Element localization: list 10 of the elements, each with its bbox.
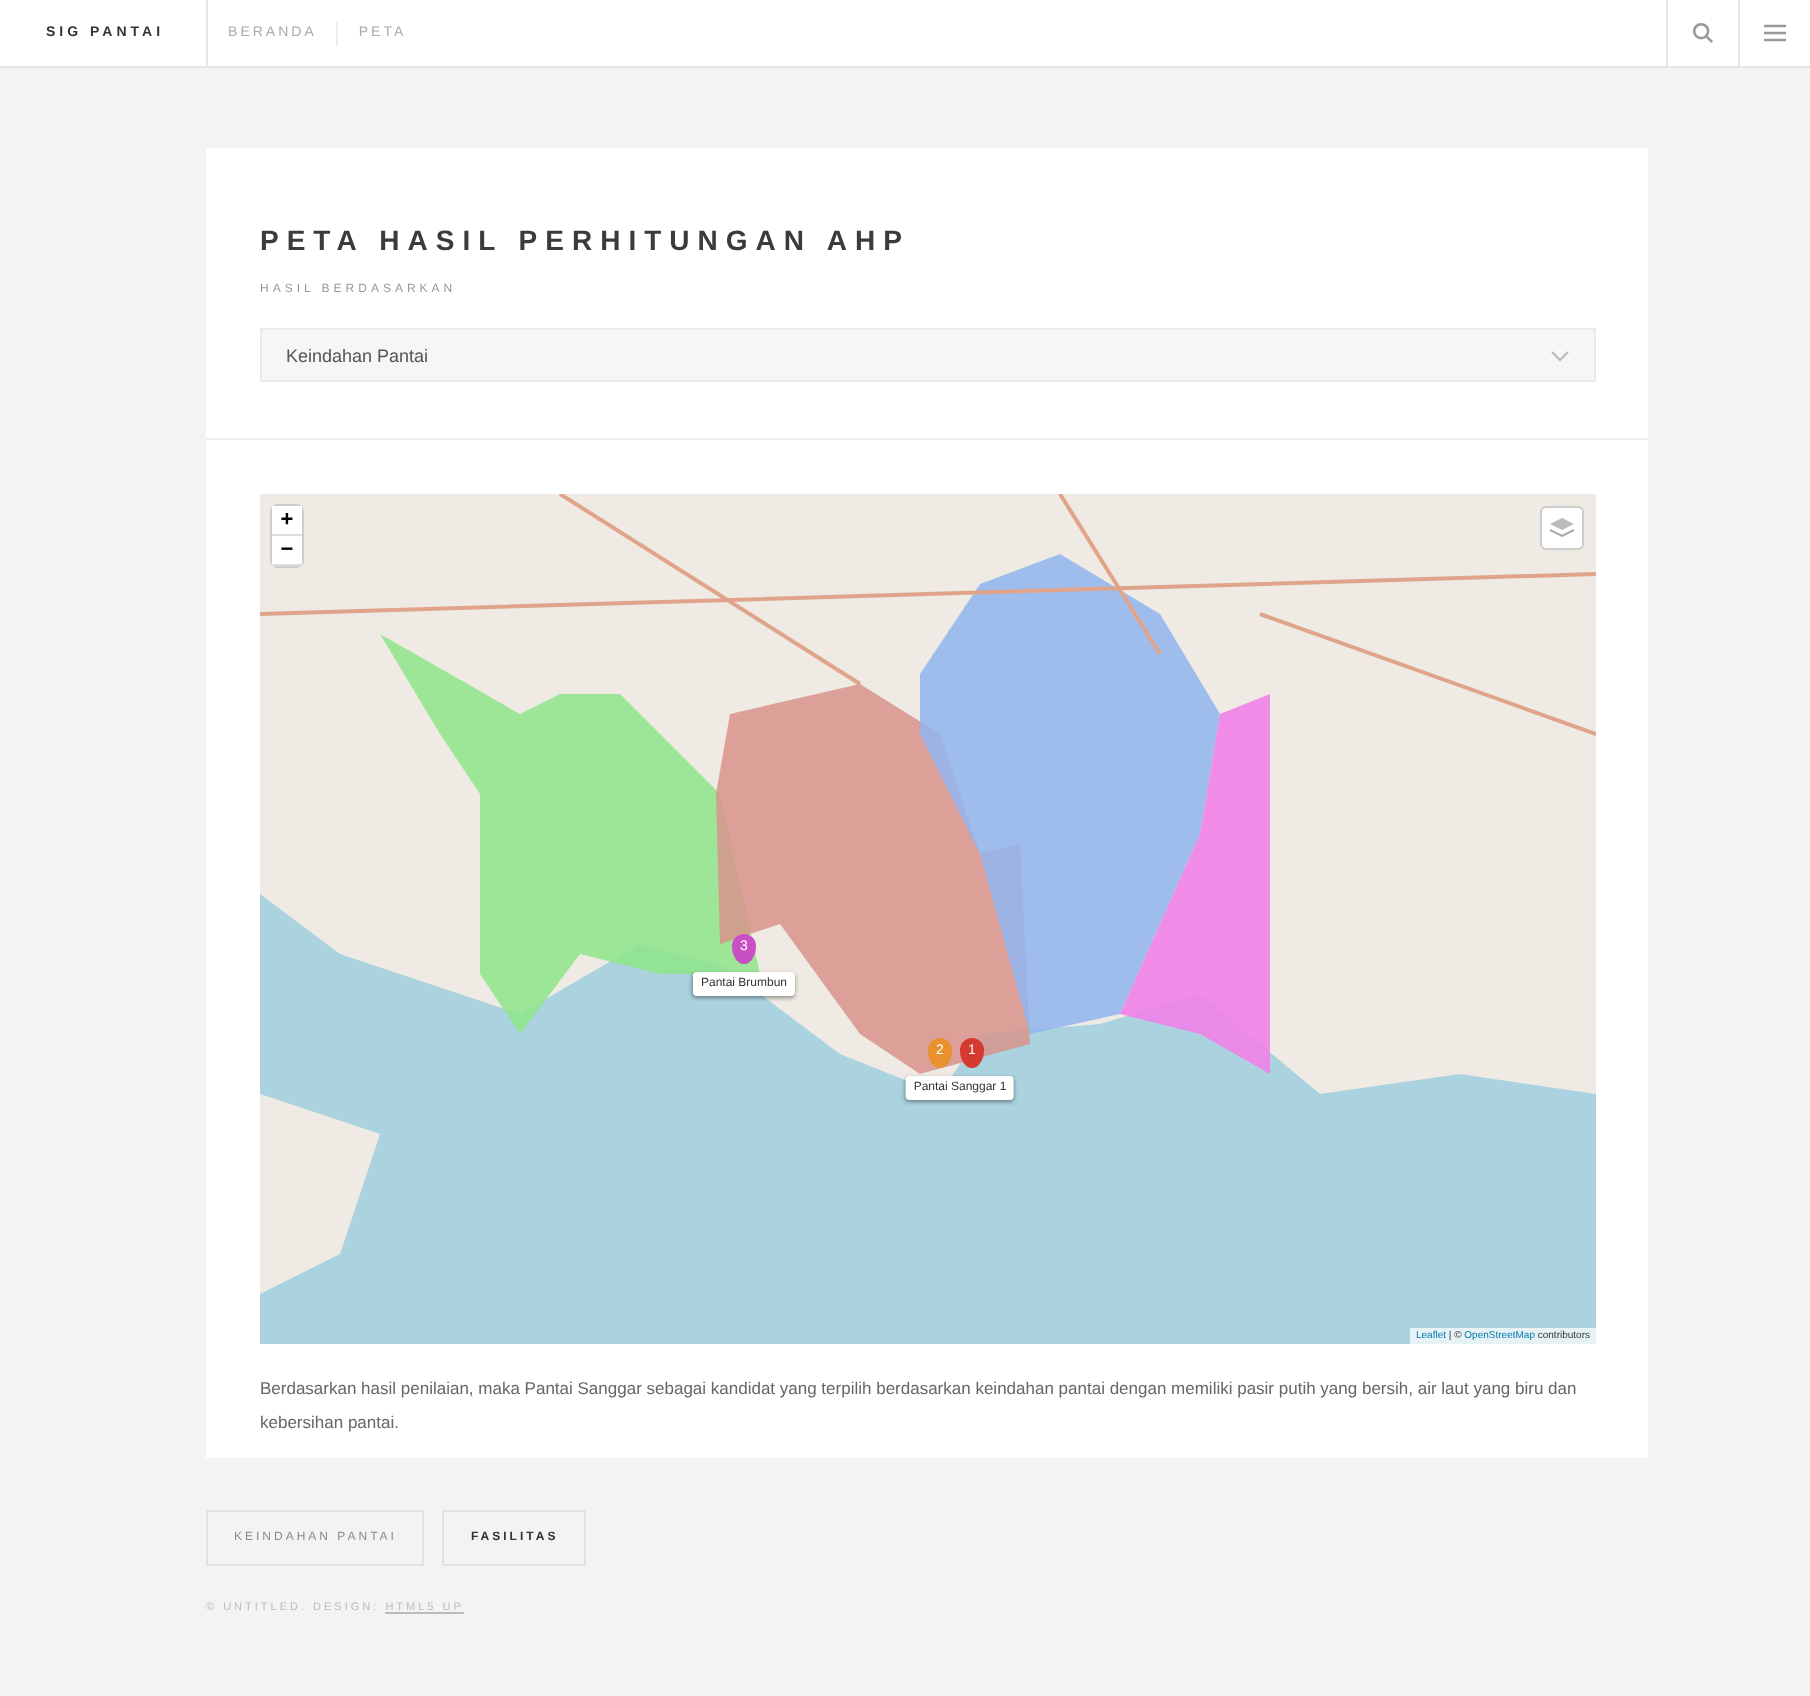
zoom-out-button[interactable]: − [272, 536, 302, 566]
result-description: Berdasarkan hasil penilaian, maka Pantai Sanggar sebagai kandidat yang terpilih berdasarkan keindahan pantai dengan memiliki pasir putih yang bersih, air laut yang biru dan kebersihan pantai. [260, 1376, 1579, 1436]
layers-icon [1548, 516, 1576, 540]
layers-button[interactable] [1540, 506, 1584, 550]
criteria-dropdown[interactable]: Keindahan Pantai [260, 328, 1596, 382]
menu-icon [1764, 24, 1786, 42]
zoom-in-button[interactable]: + [272, 506, 302, 536]
chevron-down-icon [1550, 349, 1570, 361]
page-title: PETA HASIL PERHITUNGAN AHP [260, 224, 912, 256]
search-icon [1692, 22, 1714, 44]
